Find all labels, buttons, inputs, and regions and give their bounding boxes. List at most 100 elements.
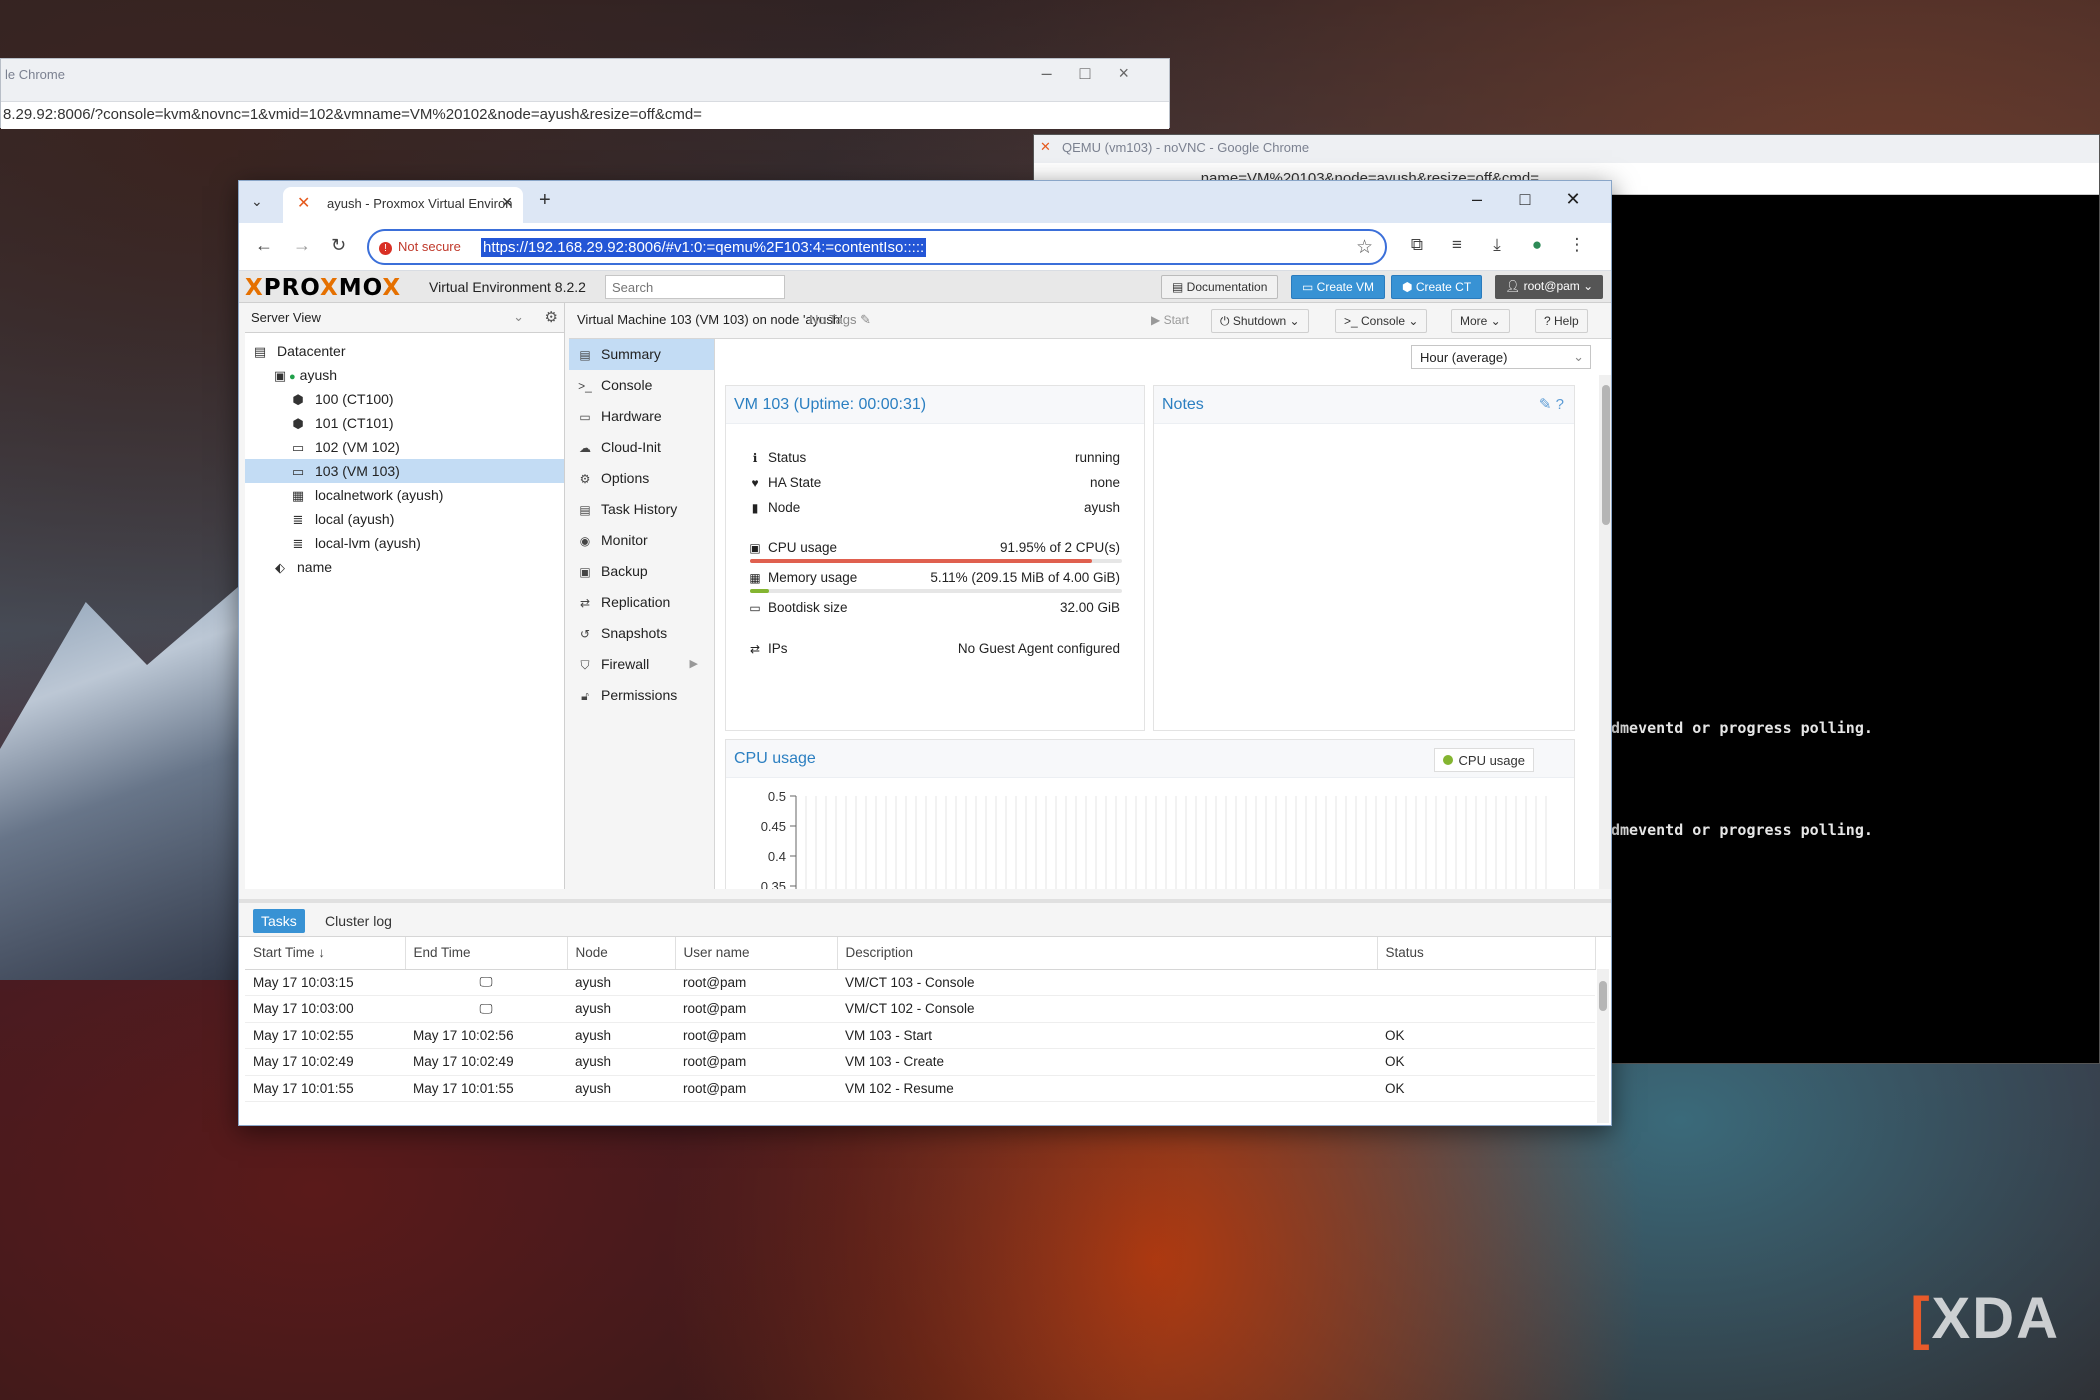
minimize-icon[interactable]: – [1453,189,1501,210]
browser-tab[interactable]: ✕ ayush - Proxmox Virtual Environ ✕ [283,187,523,223]
search-input[interactable] [605,275,785,299]
tree-node-local-lvm[interactable]: ≣ local-lvm (ayush) [245,531,564,555]
column-header[interactable]: Status [1377,937,1596,970]
tree-node-ct101[interactable]: ⬢ 101 (CT101) [245,411,564,435]
tree-node-ayush[interactable]: ▣ ● ayush [245,363,564,387]
tags-editor[interactable]: No Tags ✎ [809,312,871,328]
close-tab-icon[interactable]: ✕ [501,194,513,211]
table-row[interactable]: May 17 10:01:55 May 17 10:01:55 ayush ro… [245,1075,1595,1102]
chevron-down-icon: ⌄ [513,309,524,324]
vm-icon: ▭ [291,440,305,455]
shutdown-button[interactable]: ⏻ Shutdown ⌄ [1211,309,1309,333]
tab-cluster-log[interactable]: Cluster log [317,909,400,933]
scrollbar-thumb[interactable] [1602,385,1610,525]
start-button[interactable]: ▶ Start [1143,309,1197,333]
forward-icon[interactable]: → [293,235,311,256]
background-browser-window[interactable]: le Chrome –□× 8.29.92:8006/?console=kvm&… [0,58,1170,129]
tree-node-ct100[interactable]: ⬢ 100 (CT100) [245,387,564,411]
storage-icon: ≣ [292,512,304,527]
console-button[interactable]: >_ Console ⌄ [1335,309,1428,333]
pencil-icon: ✎ [860,312,871,327]
y-tick-label: 0.35 [761,879,786,889]
column-header[interactable]: Start Time ↓ [245,937,406,970]
submenu-snapshots[interactable]: ↺ Snapshots [569,618,714,649]
security-indicator[interactable]: ! Not secure [379,239,461,255]
submenu-permissions[interactable]: 🔓︎ Permissions [569,680,714,711]
extensions-icon[interactable]: ⧉ [1397,235,1437,255]
tree-node-vm102[interactable]: ▭ 102 (VM 102) [245,435,564,459]
tab-search-icon[interactable]: ⌄ [251,193,263,210]
table-row[interactable]: May 17 10:02:55 May 17 10:02:56 ayush ro… [245,1022,1595,1049]
tree-node-vm103[interactable]: ▭ 103 (VM 103) [245,459,564,483]
table-row[interactable]: May 17 10:02:49 May 17 10:02:49 ayush ro… [245,1048,1595,1076]
submenu-summary[interactable]: ▤ Summary [569,339,714,370]
help-button[interactable]: ? Help [1535,309,1588,333]
tasks-table: Start Time ↓ End Time Node User name Des… [245,937,1596,1102]
submenu-firewall[interactable]: ⛉ Firewall ▶ [569,649,714,680]
content-area: Virtual Machine 103 (VM 103) on node 'ay… [569,303,1611,889]
download-icon[interactable]: ⤓ [1477,235,1517,255]
container-icon: ⬢ [292,416,304,431]
submenu-monitor[interactable]: ◉ Monitor [569,525,714,556]
submenu-replication[interactable]: ⇄ Replication [569,587,714,618]
cpu-usage-bar-fill [750,559,1093,563]
tree-node-localnetwork[interactable]: ▦ localnetwork (ayush) [245,483,564,507]
window-controls: – □ ✕ [1453,189,1597,210]
menu-icon[interactable]: ⋮ [1557,235,1597,255]
status-row: ℹ Status running [748,450,1122,472]
submenu-backup[interactable]: ▣ Backup [569,556,714,587]
tree-node-datacenter[interactable]: ▤ Datacenter [245,339,564,363]
address-bar[interactable]: 8.29.92:8006/?console=kvm&novnc=1&vmid=1… [1,101,1169,129]
maximize-icon[interactable]: □ [1501,189,1549,210]
tree-node-tag-name[interactable]: ⬖ name [245,555,564,579]
table-row[interactable]: May 17 10:03:15 🖵︎ ayush root@pam VM/CT … [245,969,1595,996]
submenu-console[interactable]: >_ Console [569,370,714,401]
profile-icon[interactable]: ● [1517,235,1557,255]
submenu-hardware[interactable]: ▭ Hardware [569,401,714,432]
chrome-window[interactable]: ⌄ ✕ ayush - Proxmox Virtual Environ ✕ + … [238,180,1612,1126]
submenu-options[interactable]: ⚙ Options [569,463,714,494]
edit-icon[interactable]: ✎ [1539,396,1552,413]
table-scrollbar[interactable] [1597,969,1609,1123]
chart-legend-item[interactable]: CPU usage [1433,748,1534,772]
more-button[interactable]: More ⌄ [1451,309,1510,333]
back-icon[interactable]: ← [255,235,273,256]
column-header[interactable]: End Time [405,937,568,970]
url-text[interactable]: https://192.168.29.92:8006/#v1:0:=qemu%2… [481,238,927,257]
table-row[interactable]: May 17 10:03:00 🖵︎ ayush root@pam VM/CT … [245,995,1595,1023]
gear-icon[interactable]: ⚙ [545,308,558,326]
create-ct-button[interactable]: ⬢ Create CT [1391,275,1483,299]
column-header[interactable]: User name [675,937,838,970]
submenu-task-history[interactable]: ▤ Task History [569,494,714,525]
scrollbar-thumb[interactable] [1599,981,1607,1011]
tab-tasks[interactable]: Tasks [253,909,305,933]
column-header[interactable]: Node [567,937,676,970]
tree-node-local[interactable]: ≣ local (ayush) [245,507,564,531]
view-selector[interactable]: Server View ⌄ ⚙ [245,303,564,333]
warning-icon: ! [379,242,392,255]
address-bar[interactable]: ! Not secure https://192.168.29.92:8006/#… [367,229,1387,265]
user-menu-button[interactable]: 👤︎ root@pam ⌄ [1495,275,1604,299]
power-icon: ⏻ [1220,314,1233,328]
help-icon: ? [1544,314,1555,328]
documentation-button[interactable]: ▤ Documentation [1161,275,1279,299]
close-window-icon[interactable]: ✕ [1549,189,1597,210]
window-controls[interactable]: –□× [1042,63,1157,84]
vm-submenu: ▤ Summary >_ Console ▭ Hardware ☁ Cloud-Init… [569,339,715,889]
browser-toolbar: ← → ↻ ! Not secure https://192.168.29.92:… [239,223,1611,271]
new-tab-icon[interactable]: + [539,189,551,212]
user-icon: 👤︎ [1505,279,1524,293]
help-circle-icon[interactable]: ? [1556,396,1564,413]
column-header[interactable]: Description [837,937,1378,970]
timeframe-select[interactable]: Hour (average) ⌄ [1411,345,1591,369]
bookmark-star-icon[interactable]: ☆ [1356,236,1373,259]
submenu-cloud-init[interactable]: ☁ Cloud-Init [569,432,714,463]
media-icon[interactable]: ≡ [1437,235,1477,255]
reload-icon[interactable]: ↻ [331,235,346,256]
content-scrollbar[interactable] [1599,375,1611,889]
bootdisk-row: ▭ Bootdisk size 32.00 GiB [749,600,1120,615]
content-header: Virtual Machine 103 (VM 103) on node 'ay… [569,303,1611,339]
create-vm-button[interactable]: ▭ Create VM [1291,275,1386,299]
options-icon: ⚙ [579,472,591,486]
info-icon: ℹ [752,451,758,465]
